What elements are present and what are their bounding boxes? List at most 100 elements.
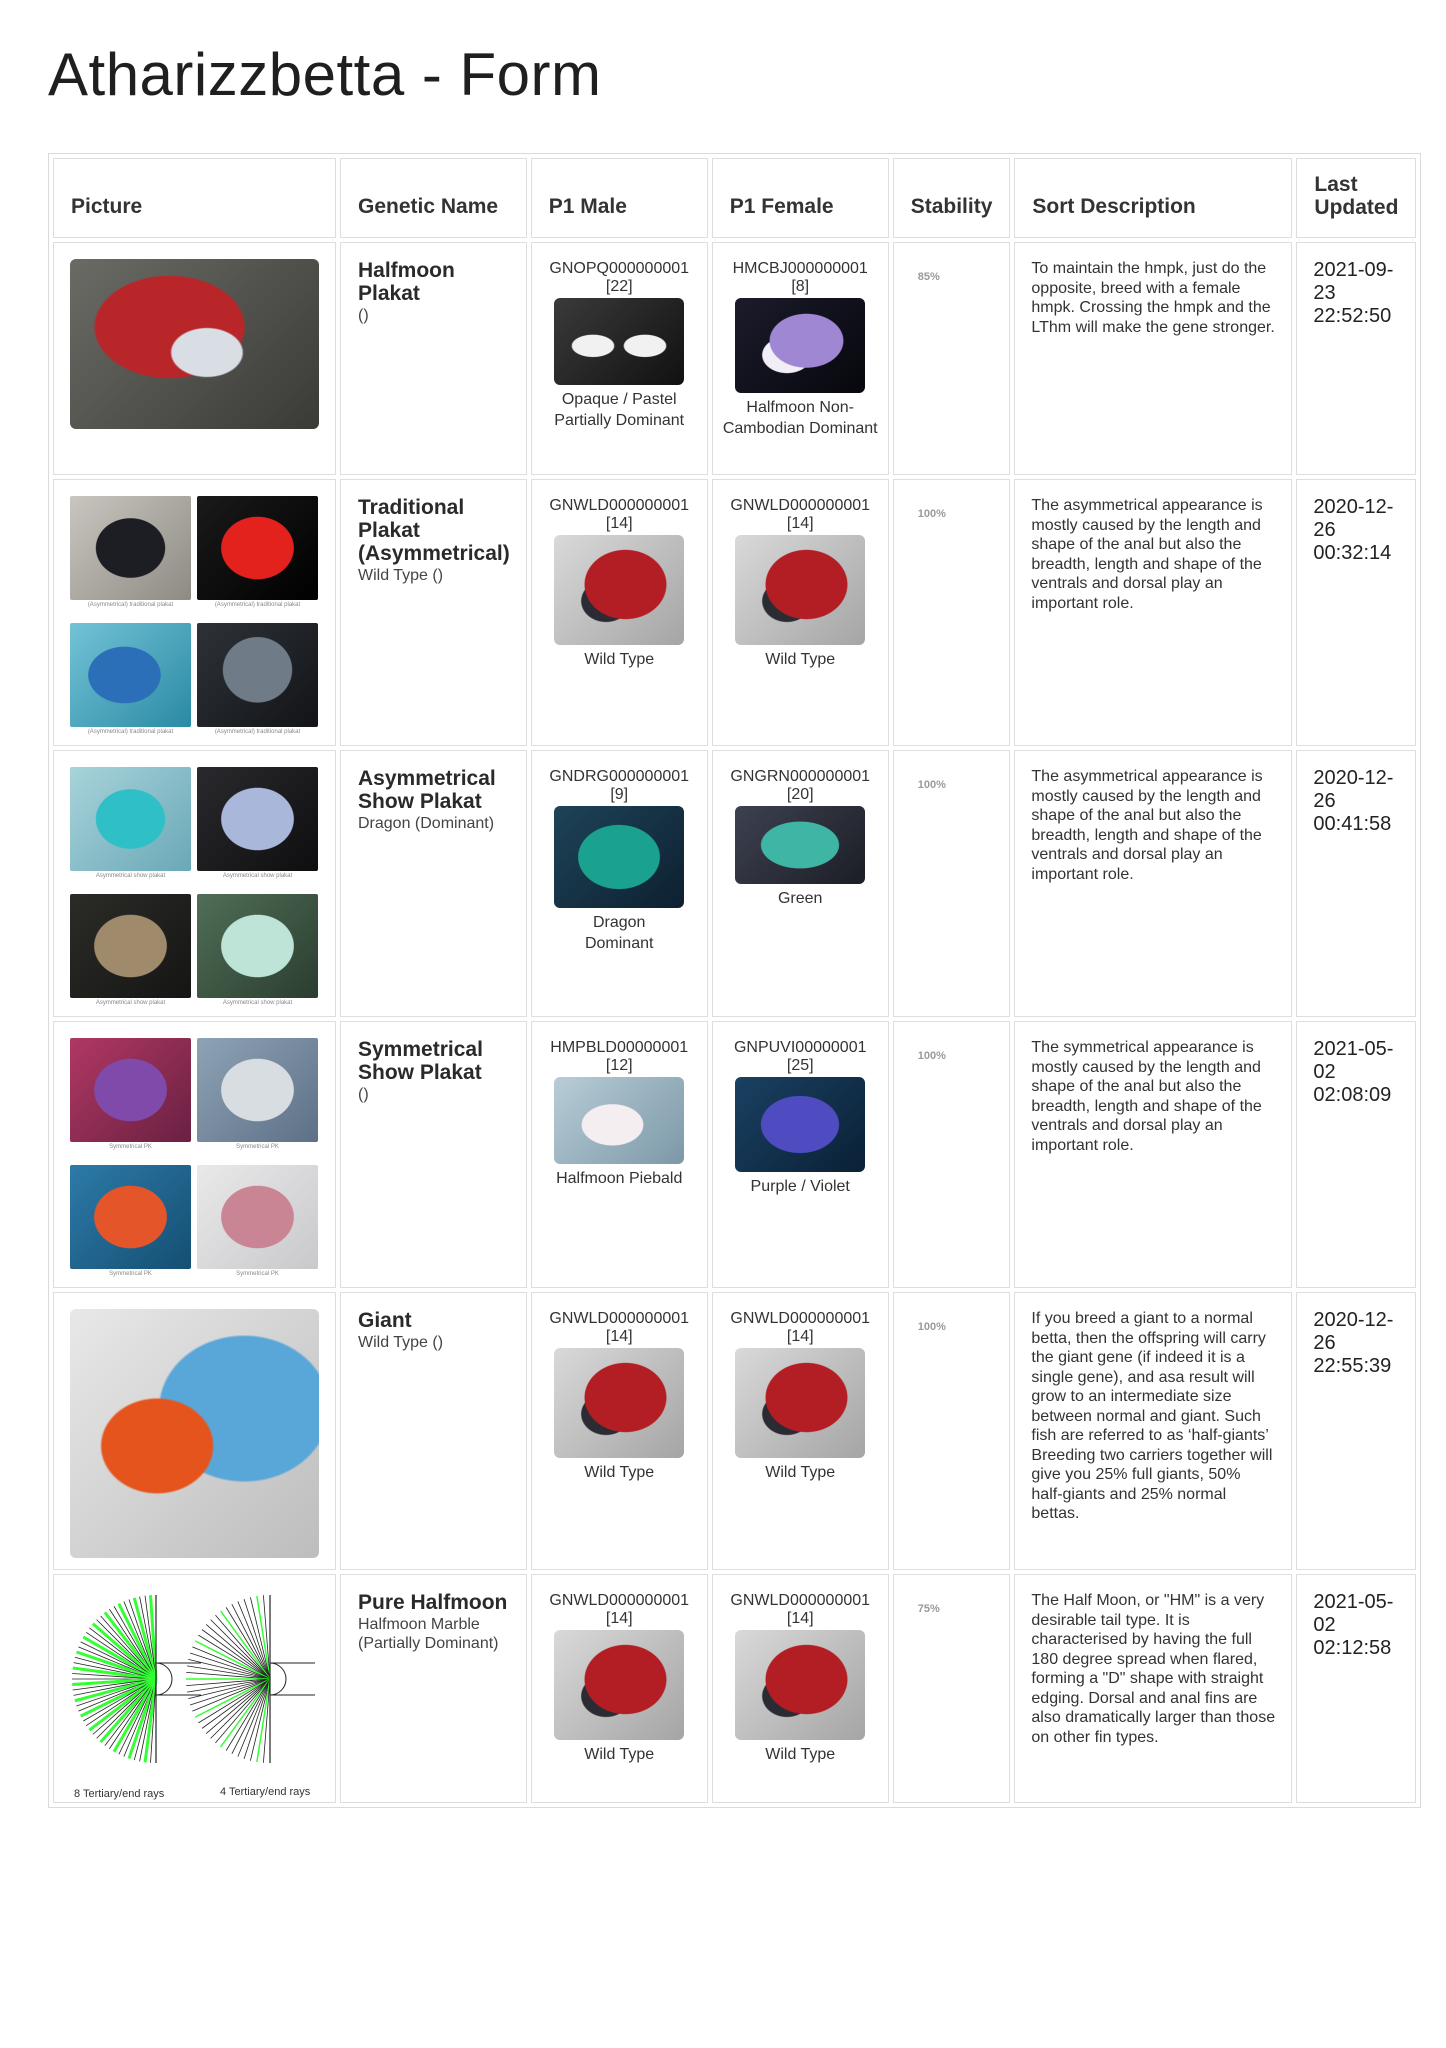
picture-cell: 8 Tertiary/end rays 4 Tertiary/end rays: [53, 1574, 336, 1803]
parent-count: [22]: [605, 278, 633, 295]
description-cell: If you breed a giant to a normal betta, …: [1014, 1292, 1293, 1570]
parent-code: GNWLD000000001: [730, 1310, 871, 1327]
parent-code: GNWLD000000001: [549, 1310, 690, 1327]
genetic-name: Halfmoon Plakat: [358, 259, 455, 305]
parent-code: GNWLD000000001: [549, 497, 690, 514]
genetic-subname: Halfmoon Marble (Partially Dominant): [358, 1616, 499, 1652]
genetic-subname: (): [358, 1086, 369, 1103]
description-text: The symmetrical appearance is mostly cau…: [1031, 1039, 1262, 1154]
updated-cell: 2021-05-02 02:12:58: [1296, 1574, 1417, 1803]
genetic-name: Giant: [358, 1309, 412, 1332]
fish-photo: [197, 894, 318, 998]
fin-ray: [210, 1619, 271, 1680]
updated-timestamp: 2021-05-02 02:08:09: [1313, 1038, 1394, 1106]
updated-timestamp: 2020-12-26 00:32:14: [1313, 496, 1394, 564]
parent-photo: [735, 1077, 866, 1172]
parent-photo: [554, 806, 685, 908]
fish-photo: [70, 767, 191, 871]
parent-count: [20]: [786, 786, 814, 803]
diagram-caption-left: 8 Tertiary/end rays: [74, 1788, 165, 1800]
parent-label: Halfmoon Non-Cambodian Dominant: [722, 399, 878, 437]
parent-label: Wild Type: [584, 651, 655, 668]
genetic-subname: (): [358, 307, 369, 324]
genetic-name: Traditional Plakat (Asymmetrical): [358, 496, 510, 565]
fish-photo: [70, 1309, 319, 1558]
parent-photo: [735, 1348, 866, 1458]
parent-code: GNWLD000000001: [730, 497, 871, 514]
parent-photo: [554, 1348, 685, 1458]
parent-label: Wild Type: [765, 1746, 836, 1763]
description-cell: To maintain the hmpk, just do the opposi…: [1014, 242, 1293, 475]
table-header-row: Picture Genetic Name P1 Male P1 Female S…: [53, 158, 1417, 238]
col-p1-male: P1 Male: [530, 158, 708, 238]
p1-male-cell: GNWLD000000001 [14] Wild Type: [530, 479, 708, 746]
parent-photo: [554, 1630, 685, 1740]
stability-cell: 100%: [892, 1292, 1011, 1570]
betta-form-table: Picture Genetic Name P1 Male P1 Female S…: [48, 153, 1422, 1808]
stability-cell: 75%: [892, 1574, 1011, 1803]
stability-cell: 85%: [892, 242, 1011, 475]
fish-photo: [197, 1165, 318, 1269]
stability-value: 75%: [917, 1603, 940, 1615]
genetic-name: Pure Halfmoon: [358, 1591, 508, 1614]
col-picture: Picture: [53, 158, 336, 238]
p1-male-cell: GNWLD000000001 [14] Wild Type: [530, 1292, 708, 1570]
updated-cell: 2020-12-26 00:32:14: [1296, 479, 1417, 746]
parent-label: Opaque / Pastel Partially Dominant: [554, 391, 685, 429]
parent-count: [9]: [610, 786, 629, 803]
parent-photo: [735, 298, 866, 393]
col-sort-description: Sort Description: [1014, 158, 1293, 238]
fin-ray: [189, 1652, 271, 1680]
description-cell: The asymmetrical appearance is mostly ca…: [1014, 479, 1293, 746]
parent-label: Halfmoon Piebald: [556, 1170, 683, 1187]
page-title: Atharizzbetta - Form: [48, 41, 602, 108]
description-cell: The Half Moon, or "HM" is a very desirab…: [1014, 1574, 1293, 1803]
genetic-name-cell: Symmetrical Show Plakat (): [340, 1021, 527, 1288]
parent-code: HMCBJ000000001: [732, 260, 868, 277]
description-cell: The asymmetrical appearance is mostly ca…: [1014, 750, 1293, 1017]
parent-label: Purple / Violet: [750, 1178, 850, 1195]
updated-cell: 2020-12-26 22:55:39: [1296, 1292, 1417, 1570]
parent-code: GNGRN000000001: [730, 768, 871, 785]
p1-female-cell: GNWLD000000001 [14] Wild Type: [711, 1292, 889, 1570]
updated-cell: 2020-12-26 00:41:58: [1296, 750, 1417, 1017]
updated-timestamp: 2021-09-23 22:52:50: [1313, 259, 1394, 327]
col-last-updated: Last Updated: [1296, 158, 1417, 238]
updated-timestamp: 2021-05-02 02:12:58: [1313, 1591, 1394, 1659]
updated-cell: 2021-05-02 02:08:09: [1296, 1021, 1417, 1288]
genetic-subname: Wild Type (): [358, 1334, 444, 1351]
parent-count: [14]: [605, 515, 633, 532]
photo-caption: Symmetrical PK: [236, 1271, 279, 1277]
parent-photo: [554, 298, 685, 385]
fish-photo: [70, 623, 191, 727]
parent-label: Dragon Dominant: [584, 914, 654, 952]
table-row: Halfmoon Plakat () GNOPQ000000001 [22] O…: [53, 242, 1417, 475]
stability-cell: 100%: [892, 750, 1011, 1017]
p1-female-cell: GNPUVI00000001 [25] Purple / Violet: [711, 1021, 889, 1288]
p1-female-cell: HMCBJ000000001 [8] Halfmoon Non-Cambodia…: [711, 242, 889, 475]
stability-value: 100%: [917, 1321, 946, 1333]
diagram-caption-right: 4 Tertiary/end rays: [220, 1786, 311, 1798]
picture-cell: (Asymmetrical) traditional plakat (Asymm…: [53, 479, 336, 746]
fish-photo: [70, 894, 191, 998]
fish-photo: [197, 623, 318, 727]
genetic-name-cell: Traditional Plakat (Asymmetrical) Wild T…: [340, 479, 527, 746]
photo-caption: (Asymmetrical) traditional plakat: [214, 729, 301, 735]
photo-caption: Asymmetrical show plakat: [95, 873, 166, 879]
fish-photo: [70, 496, 191, 600]
photo-caption: Asymmetrical show plakat: [95, 1000, 166, 1006]
genetic-subname: Wild Type (): [358, 567, 444, 584]
fish-photo: [197, 767, 318, 871]
parent-code: HMPBLD00000001: [550, 1039, 689, 1056]
parent-code: GNPUVI00000001: [733, 1039, 867, 1056]
parent-photo: [554, 535, 685, 645]
p1-male-cell: HMPBLD00000001 [12] Halfmoon Piebald: [530, 1021, 708, 1288]
photo-caption: Asymmetrical show plakat: [222, 873, 293, 879]
parent-count: [25]: [786, 1057, 814, 1074]
parent-count: [14]: [786, 515, 814, 532]
description-text: The Half Moon, or "HM" is a very desirab…: [1031, 1592, 1276, 1746]
parent-count: [8]: [791, 278, 810, 295]
picture-cell: Symmetrical PK Symmetrical PK Symmetrica…: [53, 1021, 336, 1288]
fish-photo: [197, 1038, 318, 1142]
col-p1-female: P1 Female: [711, 158, 889, 238]
